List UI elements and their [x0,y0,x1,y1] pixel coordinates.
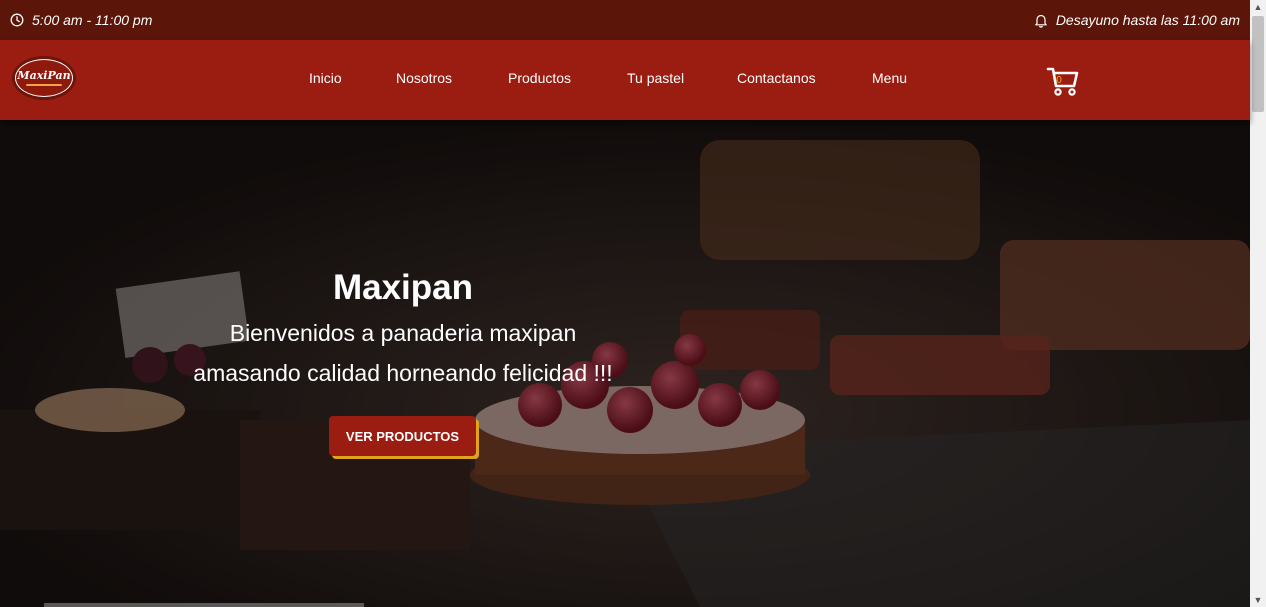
cart-button[interactable]: 0 [1046,64,1080,98]
maxipan-logo[interactable]: MaxiPan [12,56,76,100]
scroll-up-arrow-icon[interactable]: ▲ [1250,0,1266,14]
hero-subtitle-line1: Bienvenidos a panaderia maxipan [229,320,577,346]
hero-banner: Maxipan Bienvenidos a panaderia maxipan … [0,120,1250,607]
nav-item-nosotros[interactable]: Nosotros [396,70,452,86]
nav-item-inicio[interactable]: Inicio [309,70,342,86]
nav-item-productos[interactable]: Productos [508,70,571,86]
nav-item-tu-pastel[interactable]: Tu pastel [627,70,684,86]
hero-subtitle-line2: amasando calidad horneando felicidad !!! [193,360,613,386]
breakfast-info: Desayuno hasta las 11:00 am [1034,12,1240,28]
nav-item-contactanos[interactable]: Contactanos [737,70,816,86]
cart-count: 0 [1056,75,1062,86]
bell-icon [1034,13,1048,28]
scrollbar-thumb[interactable] [1252,16,1264,112]
hours-info: 5:00 am - 11:00 pm [10,12,152,28]
scroll-down-arrow-icon[interactable]: ▼ [1250,593,1266,607]
breakfast-text: Desayuno hasta las 11:00 am [1055,12,1240,28]
nav-item-menu[interactable]: Menu [872,70,907,86]
clock-icon [10,13,24,27]
logo-text: MaxiPan [17,69,71,82]
horizontal-scrollbar[interactable] [44,603,364,607]
vertical-scrollbar[interactable]: ▲ ▼ [1250,0,1266,607]
top-info-bar: 5:00 am - 11:00 pm Desayuno hasta las 11… [0,0,1250,40]
hero-title: Maxipan [332,268,474,307]
ver-productos-button[interactable]: VER PRODUCTOS [329,416,476,456]
cart-icon: 0 [1046,67,1079,96]
hours-text: 5:00 am - 11:00 pm [32,12,153,28]
main-navbar: MaxiPan Inicio Nosotros Productos Tu pas… [0,40,1250,120]
